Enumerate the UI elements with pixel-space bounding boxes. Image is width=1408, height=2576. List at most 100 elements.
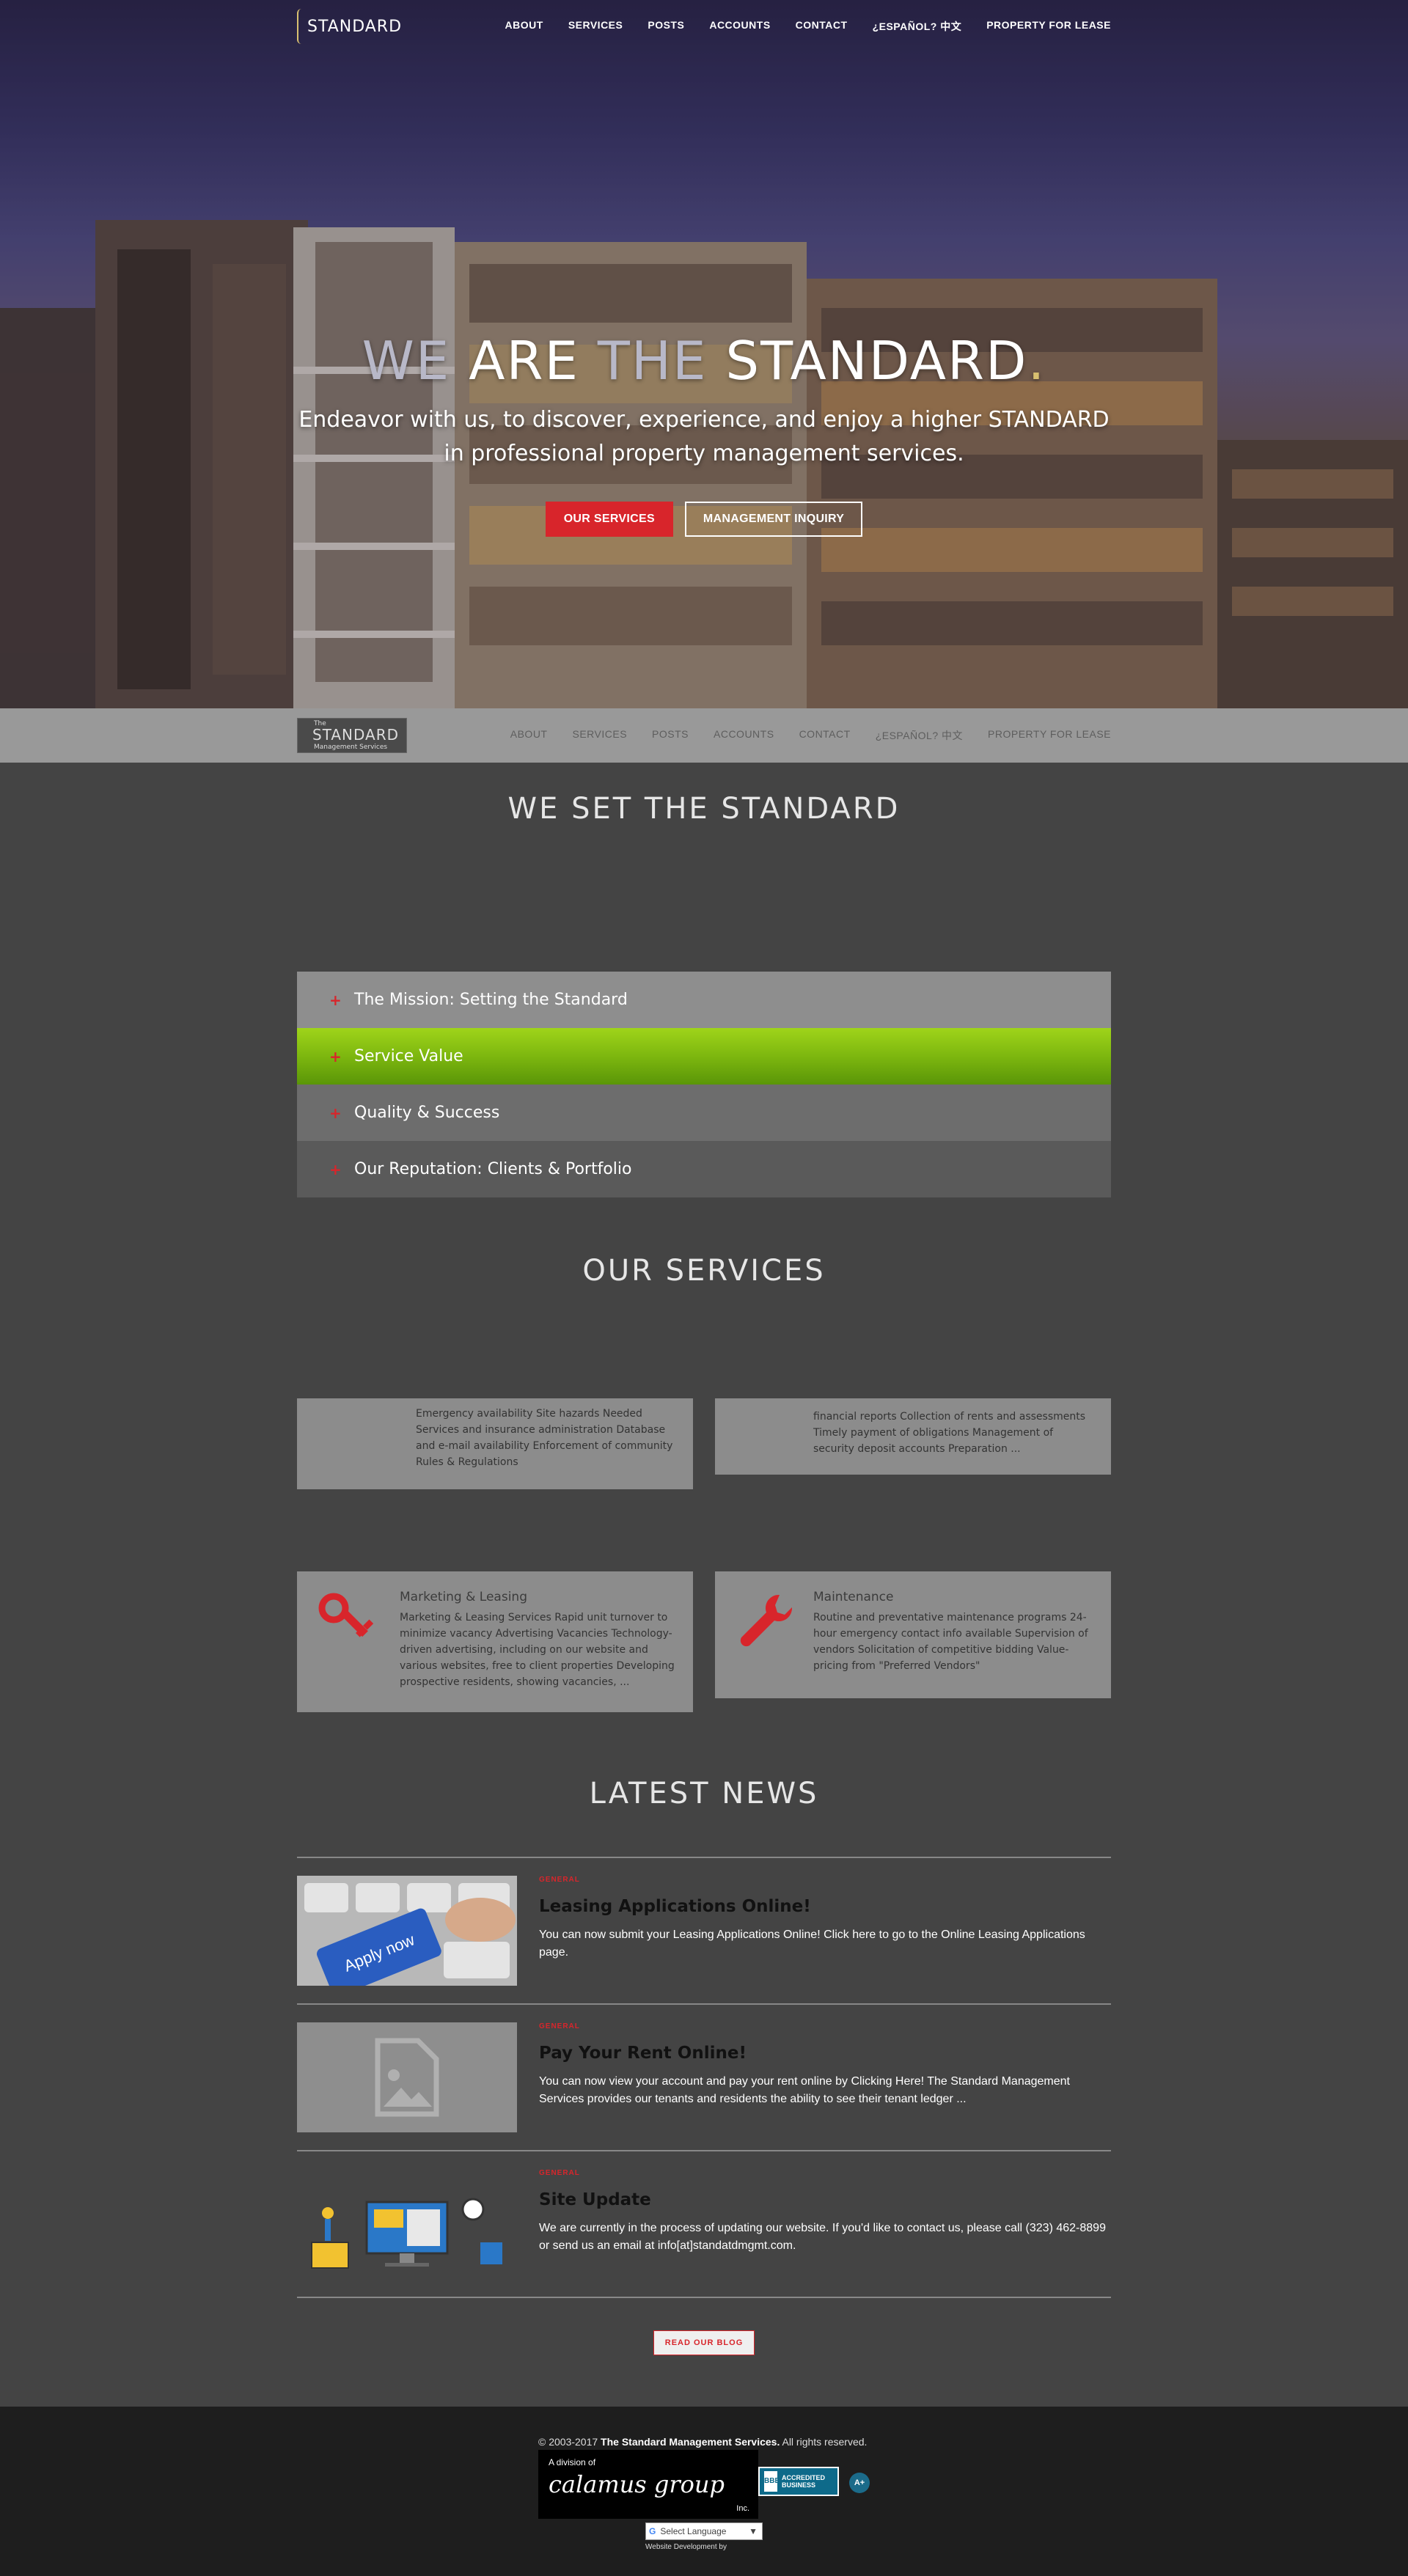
read-our-blog-button[interactable]: READ OUR BLOG	[653, 2330, 755, 2355]
bbb-accredited-badge[interactable]: BBB ACCREDITED BUSINESS	[758, 2467, 839, 2496]
news-section-title: LATEST NEWS	[589, 1777, 819, 1810]
news-excerpt: We are currently in the process of updat…	[539, 2222, 1106, 2252]
logo-text: STANDARD	[307, 17, 403, 36]
accordion-label: Service Value	[354, 1047, 463, 1065]
bbb-rating-badge[interactable]: A+	[849, 2473, 870, 2493]
service-card-title: Marketing & Leasing	[400, 1590, 527, 1604]
hero-title-dot: .	[1027, 330, 1046, 392]
sticky-nav-property-for-lease[interactable]: PROPERTY FOR LEASE	[988, 728, 1111, 743]
news-title[interactable]: Pay Your Rent Online!	[539, 2044, 1111, 2063]
news-body: GENERAL Site Update We are currently in …	[539, 2169, 1111, 2255]
service-card-marketing-leasing[interactable]: Marketing & Leasing Marketing & Leasing …	[297, 1571, 693, 1712]
sticky-nav-accounts[interactable]: ACCOUNTS	[714, 728, 774, 743]
service-card-text: Marketing & Leasing Services Rapid unit …	[400, 1612, 675, 1688]
nav-accounts[interactable]: ACCOUNTS	[709, 19, 770, 34]
google-icon: G	[649, 2526, 656, 2536]
news-item: Apply now GENERAL Leasing Applications O…	[297, 1857, 1111, 2003]
hero-buttons: OUR SERVICES MANAGEMENT INQUIRY	[0, 502, 1408, 537]
copyright: © 2003-2017 The Standard Management Serv…	[538, 2436, 867, 2448]
wrench-icon	[740, 1594, 793, 1647]
news-category[interactable]: GENERAL	[539, 2169, 1111, 2177]
nav-contact[interactable]: CONTACT	[796, 19, 848, 34]
footer: © 2003-2017 The Standard Management Serv…	[0, 2407, 1408, 2576]
plus-icon: +	[329, 1104, 342, 1122]
hero-title: WE ARE THE STANDARD.	[0, 330, 1408, 392]
service-card-management[interactable]: Emergency availability Site hazards Need…	[297, 1398, 693, 1489]
accordion-item-quality-success[interactable]: + Quality & Success	[297, 1085, 1111, 1141]
nav-about[interactable]: ABOUT	[505, 19, 543, 34]
website-development-credit[interactable]: Website Development by	[645, 2543, 727, 2551]
plus-icon: +	[329, 991, 342, 1009]
news-thumbnail-site-update[interactable]	[297, 2169, 517, 2279]
sticky-nav-contact[interactable]: CONTACT	[799, 728, 851, 743]
site-logo[interactable]: STANDARD	[297, 9, 402, 44]
accordion-label: Quality & Success	[354, 1104, 500, 1122]
news-category[interactable]: GENERAL	[539, 1876, 1111, 1884]
copyright-company[interactable]: The Standard Management Services.	[601, 2436, 780, 2448]
sticky-nav-about[interactable]: ABOUT	[510, 728, 548, 743]
service-card-title: Maintenance	[813, 1590, 894, 1604]
chevron-down-icon: ▼	[749, 2526, 758, 2536]
copyright-years: © 2003-2017	[538, 2436, 598, 2448]
nav-language[interactable]: ¿ESPAÑOL? 中文	[873, 19, 962, 34]
accordion-label: Our Reputation: Clients & Portfolio	[354, 1160, 632, 1178]
plus-icon: +	[329, 1047, 342, 1065]
sticky-logo[interactable]: The STANDARD Management Services	[297, 718, 407, 753]
hero-title-are: ARE	[469, 330, 579, 392]
nav-posts[interactable]: POSTS	[648, 19, 684, 34]
mission-section-title: WE SET THE STANDARD	[507, 792, 901, 826]
news-thumbnail-apply-now[interactable]: Apply now	[297, 1876, 517, 1986]
accordion-label: The Mission: Setting the Standard	[354, 991, 628, 1009]
accordion-item-reputation[interactable]: + Our Reputation: Clients & Portfolio	[297, 1141, 1111, 1197]
service-card-text: Routine and preventative maintenance pro…	[813, 1612, 1088, 1672]
sticky-nav-services[interactable]: SERVICES	[572, 728, 627, 743]
news-body: GENERAL Pay Your Rent Online! You can no…	[539, 2022, 1111, 2108]
news-excerpt: You can now view your account and pay yo…	[539, 2075, 1070, 2105]
news-body: GENERAL Leasing Applications Online! You…	[539, 1876, 1111, 1962]
hero-section: STANDARD ABOUT SERVICES POSTS ACCOUNTS C…	[0, 0, 1408, 708]
division-label: A division of	[549, 2457, 596, 2467]
accordion-item-service-value[interactable]: + Service Value	[297, 1028, 1111, 1085]
services-section-title: OUR SERVICES	[582, 1254, 826, 1288]
service-card-maintenance[interactable]: Maintenance Routine and preventative mai…	[715, 1571, 1111, 1698]
hero-subtitle: Endeavor with us, to discover, experienc…	[298, 407, 1110, 466]
accordion-item-mission[interactable]: + The Mission: Setting the Standard	[297, 972, 1111, 1028]
image-placeholder-icon	[375, 2038, 439, 2117]
nav-property-for-lease[interactable]: PROPERTY FOR LEASE	[986, 19, 1111, 34]
sticky-nav: ABOUT SERVICES POSTS ACCOUNTS CONTACT ¿E…	[510, 728, 1111, 743]
news-title[interactable]: Leasing Applications Online!	[539, 1897, 1111, 1916]
hero-content: WE ARE THE STANDARD. Endeavor with us, t…	[0, 330, 1408, 537]
news-category[interactable]: GENERAL	[539, 2022, 1111, 2030]
calamus-group-logo[interactable]: A division of calamus group Inc.	[538, 2450, 758, 2519]
division-inc: Inc.	[736, 2504, 749, 2513]
language-select[interactable]: G Select Language ▼	[645, 2522, 763, 2540]
logo-mark	[297, 9, 303, 44]
mission-accordion: + The Mission: Setting the Standard + Se…	[297, 972, 1111, 1197]
hero-title-the: THE	[597, 330, 708, 392]
sticky-nav-language[interactable]: ¿ESPAÑOL? 中文	[876, 728, 963, 743]
sticky-nav-posts[interactable]: POSTS	[652, 728, 689, 743]
hero-title-standard: STANDARD	[725, 330, 1028, 392]
news-item: GENERAL Pay Your Rent Online! You can no…	[297, 2003, 1111, 2150]
news-thumbnail-placeholder[interactable]	[297, 2022, 517, 2132]
bbb-seal-icon: BBB	[764, 2471, 780, 2492]
news-excerpt: You can now submit your Leasing Applicat…	[539, 1929, 1085, 1959]
sticky-logo-text: STANDARD	[312, 726, 400, 744]
copyright-rights: All rights reserved.	[782, 2436, 868, 2448]
bbb-text: ACCREDITED BUSINESS	[782, 2474, 826, 2489]
management-inquiry-button[interactable]: MANAGEMENT INQUIRY	[684, 502, 863, 537]
news-title[interactable]: Site Update	[539, 2190, 1111, 2209]
sticky-logo-subtext: Management Services	[314, 744, 388, 751]
news-divider	[297, 2297, 1111, 2298]
key-icon	[318, 1593, 374, 1637]
site-update-illustration	[311, 2198, 502, 2269]
top-navbar: STANDARD ABOUT SERVICES POSTS ACCOUNTS C…	[0, 0, 1408, 53]
sticky-navbar: The STANDARD Management Services ABOUT S…	[0, 708, 1408, 763]
nav-services[interactable]: SERVICES	[568, 19, 623, 34]
our-services-button[interactable]: OUR SERVICES	[545, 502, 673, 537]
service-card-text: Emergency availability Site hazards Need…	[416, 1408, 673, 1468]
news-item: GENERAL Site Update We are currently in …	[297, 2150, 1111, 2297]
news-list: Apply now GENERAL Leasing Applications O…	[297, 1857, 1111, 2298]
service-card-financial[interactable]: financial reports Collection of rents an…	[715, 1398, 1111, 1475]
division-brand: calamus group	[549, 2470, 725, 2498]
